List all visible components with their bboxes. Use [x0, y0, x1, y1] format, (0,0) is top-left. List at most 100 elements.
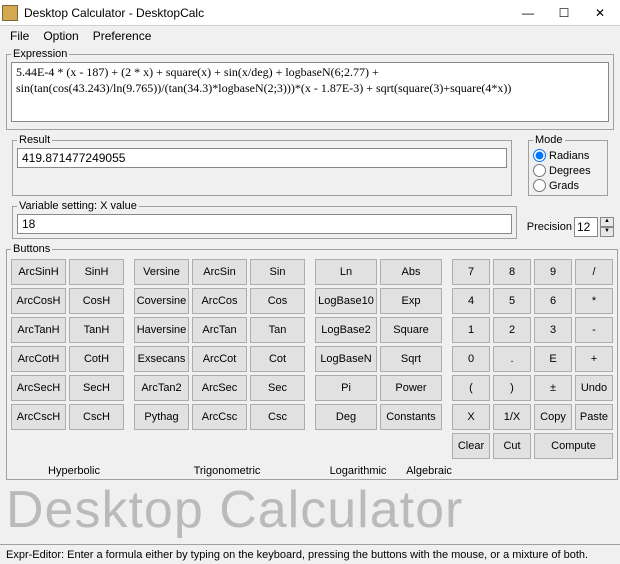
btn-clear[interactable]: Clear [452, 433, 490, 459]
btn-trig-arcsec[interactable]: ArcSec [192, 375, 247, 401]
btn-num-1[interactable]: 1 [452, 317, 490, 343]
btn-la-logbasen[interactable]: LogBaseN [315, 346, 377, 372]
btn-la-exp[interactable]: Exp [380, 288, 442, 314]
precision-input[interactable] [574, 217, 598, 237]
btn-hyp-sinh[interactable]: SinH [69, 259, 124, 285]
btn-trig-arccsc[interactable]: ArcCsc [192, 404, 247, 430]
variable-input[interactable] [17, 214, 512, 234]
result-legend: Result [17, 134, 52, 146]
buttons-legend: Buttons [11, 243, 52, 255]
btn-compute[interactable]: Compute [534, 433, 613, 459]
precision-down-button[interactable]: ▼ [600, 227, 614, 237]
btn-num-paste[interactable]: Paste [575, 404, 613, 430]
btn-hyp-cosh[interactable]: CosH [69, 288, 124, 314]
expression-input[interactable] [11, 62, 609, 122]
btn-num-[interactable]: . [493, 346, 531, 372]
label-hyperbolic: Hyperbolic [11, 465, 137, 477]
status-text: Expr-Editor: Enter a formula either by t… [6, 549, 588, 561]
btn-hyp-arcsinh[interactable]: ArcSinH [11, 259, 66, 285]
btn-hyp-sech[interactable]: SecH [69, 375, 124, 401]
menu-preference[interactable]: Preference [87, 27, 158, 45]
btn-trig-arccot[interactable]: ArcCot [192, 346, 247, 372]
precision-up-button[interactable]: ▲ [600, 217, 614, 227]
btn-la-logbase10[interactable]: LogBase10 [315, 288, 377, 314]
btn-num-copy[interactable]: Copy [534, 404, 572, 430]
btn-num-[interactable]: + [575, 346, 613, 372]
btn-num-[interactable]: * [575, 288, 613, 314]
statusbar: Expr-Editor: Enter a formula either by t… [0, 544, 620, 564]
btn-hyp-arccosh[interactable]: ArcCosH [11, 288, 66, 314]
btn-num-7[interactable]: 7 [452, 259, 490, 285]
btn-la-power[interactable]: Power [380, 375, 442, 401]
mode-grads[interactable]: Grads [533, 178, 603, 193]
btn-trig-cot[interactable]: Cot [250, 346, 305, 372]
titlebar: Desktop Calculator - DesktopCalc — ☐ ✕ [0, 0, 620, 26]
btn-trig-csc[interactable]: Csc [250, 404, 305, 430]
logalg-grid: LnAbsLogBase10ExpLogBase2SquareLogBaseNS… [315, 259, 442, 459]
btn-trig-versine[interactable]: Versine [134, 259, 189, 285]
label-alg: Algebraic [399, 465, 459, 477]
btn-num-undo[interactable]: Undo [575, 375, 613, 401]
btn-trig-tan[interactable]: Tan [250, 317, 305, 343]
btn-hyp-arccsch[interactable]: ArcCscH [11, 404, 66, 430]
result-group: Result [12, 134, 512, 196]
btn-num-e[interactable]: E [534, 346, 572, 372]
btn-trig-exsecans[interactable]: Exsecans [134, 346, 189, 372]
btn-num-3[interactable]: 3 [534, 317, 572, 343]
mode-degrees[interactable]: Degrees [533, 163, 603, 178]
btn-la-abs[interactable]: Abs [380, 259, 442, 285]
btn-num-1x[interactable]: 1/X [493, 404, 531, 430]
btn-num-6[interactable]: 6 [534, 288, 572, 314]
btn-hyp-arcsech[interactable]: ArcSecH [11, 375, 66, 401]
menu-file[interactable]: File [4, 27, 35, 45]
btn-num-[interactable]: ( [452, 375, 490, 401]
btn-num-[interactable]: ± [534, 375, 572, 401]
btn-num-4[interactable]: 4 [452, 288, 490, 314]
btn-trig-haversine[interactable]: Haversine [134, 317, 189, 343]
btn-num-[interactable]: ) [493, 375, 531, 401]
btn-la-constants[interactable]: Constants [380, 404, 442, 430]
btn-la-ln[interactable]: Ln [315, 259, 377, 285]
buttons-group: Buttons ArcSinHSinHArcCosHCosHArcTanHTan… [6, 243, 618, 480]
window-title: Desktop Calculator - DesktopCalc [24, 6, 510, 20]
btn-trig-cos[interactable]: Cos [250, 288, 305, 314]
close-button[interactable]: ✕ [582, 2, 618, 24]
btn-la-logbase2[interactable]: LogBase2 [315, 317, 377, 343]
btn-num-5[interactable]: 5 [493, 288, 531, 314]
btn-trig-arctan[interactable]: ArcTan [192, 317, 247, 343]
label-log: Logarithmic [317, 465, 399, 477]
btn-la-deg[interactable]: Deg [315, 404, 377, 430]
btn-num-8[interactable]: 8 [493, 259, 531, 285]
mode-radians[interactable]: Radians [533, 148, 603, 163]
btn-trig-sin[interactable]: Sin [250, 259, 305, 285]
btn-trig-arccos[interactable]: ArcCos [192, 288, 247, 314]
section-labels: Hyperbolic Trigonometric Logarithmic Alg… [11, 465, 613, 477]
btn-la-pi[interactable]: Pi [315, 375, 377, 401]
btn-trig-arctan2[interactable]: ArcTan2 [134, 375, 189, 401]
btn-num-2[interactable]: 2 [493, 317, 531, 343]
minimize-button[interactable]: — [510, 2, 546, 24]
maximize-button[interactable]: ☐ [546, 2, 582, 24]
btn-trig-arcsin[interactable]: ArcSin [192, 259, 247, 285]
btn-trig-coversine[interactable]: Coversine [134, 288, 189, 314]
btn-num-[interactable]: / [575, 259, 613, 285]
big-title: Desktop Calculator [0, 482, 620, 539]
btn-hyp-arccoth[interactable]: ArcCotH [11, 346, 66, 372]
btn-num-x[interactable]: X [452, 404, 490, 430]
btn-trig-pythag[interactable]: Pythag [134, 404, 189, 430]
hyperbolic-grid: ArcSinHSinHArcCosHCosHArcTanHTanHArcCotH… [11, 259, 124, 459]
btn-hyp-csch[interactable]: CscH [69, 404, 124, 430]
btn-num-[interactable]: - [575, 317, 613, 343]
app-icon [2, 5, 18, 21]
btn-num-0[interactable]: 0 [452, 346, 490, 372]
btn-la-square[interactable]: Square [380, 317, 442, 343]
btn-cut[interactable]: Cut [493, 433, 531, 459]
btn-num-9[interactable]: 9 [534, 259, 572, 285]
btn-hyp-arctanh[interactable]: ArcTanH [11, 317, 66, 343]
btn-hyp-coth[interactable]: CotH [69, 346, 124, 372]
menu-option[interactable]: Option [37, 27, 84, 45]
result-output[interactable] [17, 148, 507, 168]
btn-hyp-tanh[interactable]: TanH [69, 317, 124, 343]
btn-la-sqrt[interactable]: Sqrt [380, 346, 442, 372]
btn-trig-sec[interactable]: Sec [250, 375, 305, 401]
